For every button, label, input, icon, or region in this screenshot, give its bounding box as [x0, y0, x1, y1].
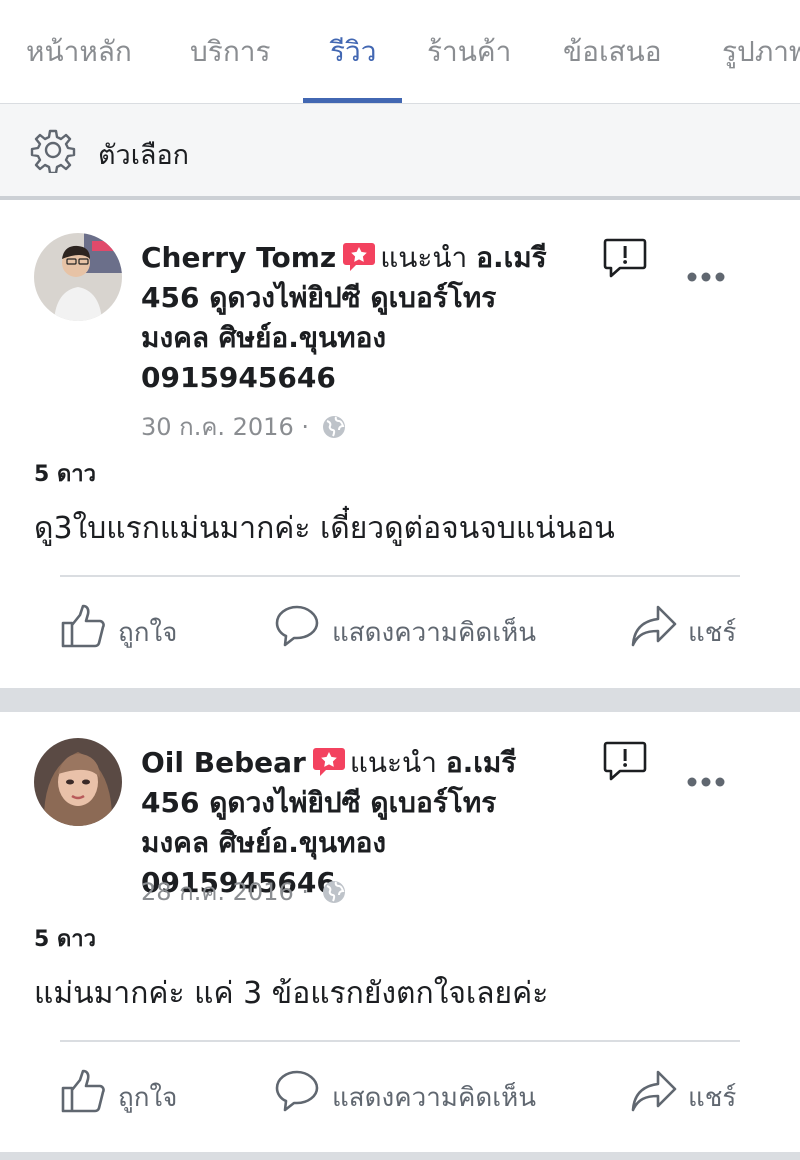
- feed-separator: [0, 688, 800, 712]
- avatar[interactable]: [34, 738, 122, 826]
- tab-photos[interactable]: รูปภาพ: [722, 30, 800, 74]
- tab-shop[interactable]: ร้านค้า: [427, 30, 511, 74]
- comment-label: แสดงความคิดเห็น: [332, 618, 537, 648]
- thumbs-up-icon: [61, 604, 105, 648]
- globe-icon: [322, 881, 345, 903]
- like-button[interactable]: ถูกใจ: [60, 603, 200, 651]
- share-button[interactable]: แชร์: [630, 603, 750, 651]
- share-label: แชร์: [688, 1083, 737, 1113]
- like-label: ถูกใจ: [118, 1083, 178, 1113]
- divider: [60, 575, 740, 577]
- divider: [60, 1040, 740, 1042]
- options-label: ตัวเลือก: [98, 140, 190, 171]
- comment-button[interactable]: แสดงความคิดเห็น: [274, 1068, 574, 1116]
- more-options-icon[interactable]: [686, 776, 726, 788]
- tab-bar: หน้าหลัก บริการ รีวิว ร้านค้า ข้อเสนอ รู…: [0, 0, 800, 104]
- reviewer-name[interactable]: Oil Bebear: [141, 746, 306, 779]
- share-label: แชร์: [688, 618, 737, 648]
- share-button[interactable]: แชร์: [630, 1068, 750, 1116]
- review-meta: 28 ก.ค. 2016 ·: [141, 872, 347, 911]
- comment-label: แสดงความคิดเห็น: [332, 1083, 537, 1113]
- gear-icon: [30, 129, 76, 173]
- share-icon: [631, 1070, 677, 1112]
- like-label: ถูกใจ: [118, 618, 178, 648]
- globe-icon: [322, 416, 345, 438]
- tab-home[interactable]: หน้าหลัก: [26, 30, 132, 74]
- recommends-text: แนะนำ: [349, 746, 437, 779]
- avatar[interactable]: [34, 233, 122, 321]
- report-icon[interactable]: [602, 740, 648, 782]
- comment-button[interactable]: แสดงความคิดเห็น: [274, 603, 574, 651]
- recommends-text: แนะนำ: [380, 241, 468, 274]
- feed-separator: [0, 1152, 800, 1160]
- rating-label: 5 ดาว: [34, 462, 96, 487]
- review-date[interactable]: 28 ก.ค. 2016 ·: [141, 878, 309, 906]
- review-meta: 30 ก.ค. 2016 ·: [141, 407, 347, 446]
- review-text: ดู3ใบแรกแม่นมากค่ะ เดี๋ยวดูต่อจนจบแน่นอน: [34, 511, 615, 546]
- tab-reviews[interactable]: รีวิว: [330, 30, 376, 74]
- comment-icon: [275, 605, 319, 647]
- like-button[interactable]: ถูกใจ: [60, 1068, 200, 1116]
- share-icon: [631, 605, 677, 647]
- recommend-icon: [312, 748, 345, 776]
- comment-icon: [275, 1070, 319, 1112]
- recommend-icon: [343, 243, 376, 271]
- active-tab-indicator: [303, 98, 402, 103]
- more-options-icon[interactable]: [686, 271, 726, 283]
- reviewer-name[interactable]: Cherry Tomz: [141, 241, 336, 274]
- tab-offers[interactable]: ข้อเสนอ: [563, 30, 662, 74]
- review-text: แม่นมากค่ะ แค่ 3 ข้อแรกยังตกใจเลยค่ะ: [34, 976, 549, 1011]
- rating-label: 5 ดาว: [34, 927, 96, 952]
- report-icon[interactable]: [602, 237, 648, 279]
- tab-services[interactable]: บริการ: [190, 30, 271, 74]
- thumbs-up-icon: [61, 1069, 105, 1113]
- review-header: Cherry Tomz แนะนำ อ.เมรี 456 ดูดวงไพ่ยิปซ…: [141, 238, 561, 398]
- review-date[interactable]: 30 ก.ค. 2016 ·: [141, 413, 309, 441]
